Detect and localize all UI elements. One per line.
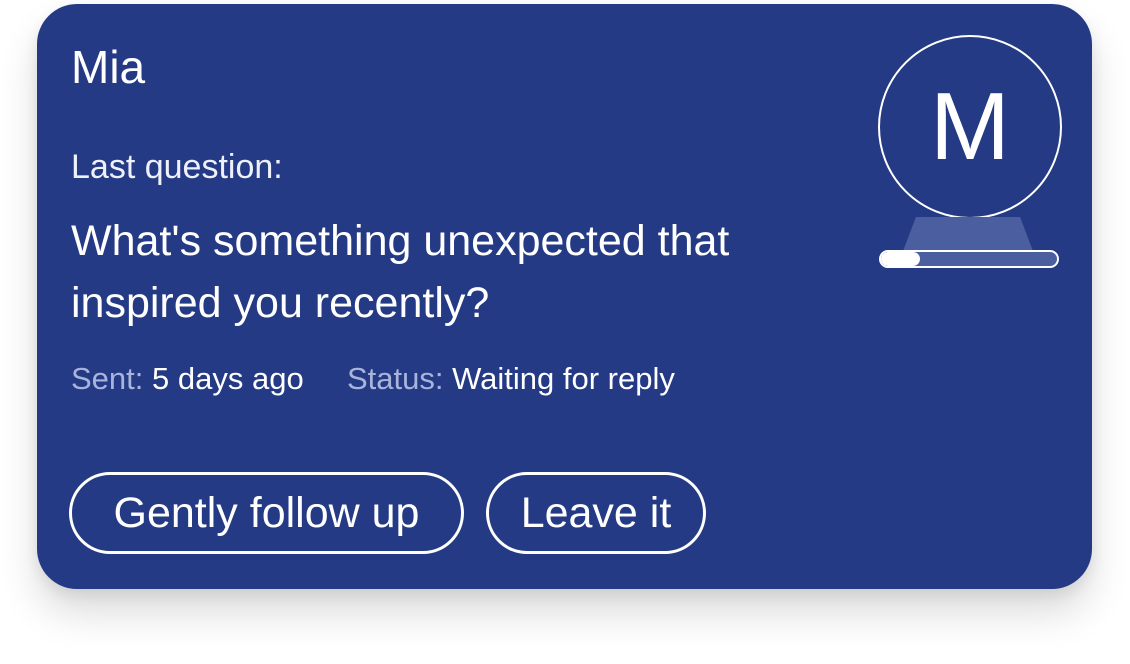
gently-follow-up-button[interactable]: Gently follow up	[69, 472, 464, 554]
sent-label: Sent:	[71, 361, 144, 396]
message-meta: Sent: 5 days ago Status: Waiting for rep…	[71, 363, 675, 394]
progress-bar-fill	[881, 252, 920, 266]
status-label: Status:	[346, 361, 444, 396]
contact-name: Mia	[71, 41, 146, 93]
avatar-stand-icon	[903, 217, 1033, 251]
avatar-section: M	[878, 35, 1062, 271]
progress-bar	[879, 250, 1059, 268]
last-question-text: What's something unexpected that inspire…	[71, 217, 730, 327]
status-value: Waiting for reply	[452, 361, 675, 396]
sent-value: 5 days ago	[152, 361, 304, 396]
contact-card: Mia Last question: What's something unex…	[37, 4, 1092, 589]
avatar: M	[878, 35, 1062, 219]
leave-it-button[interactable]: Leave it	[486, 472, 706, 554]
avatar-initial: M	[930, 73, 1010, 180]
last-question-label: Last question:	[71, 148, 283, 186]
